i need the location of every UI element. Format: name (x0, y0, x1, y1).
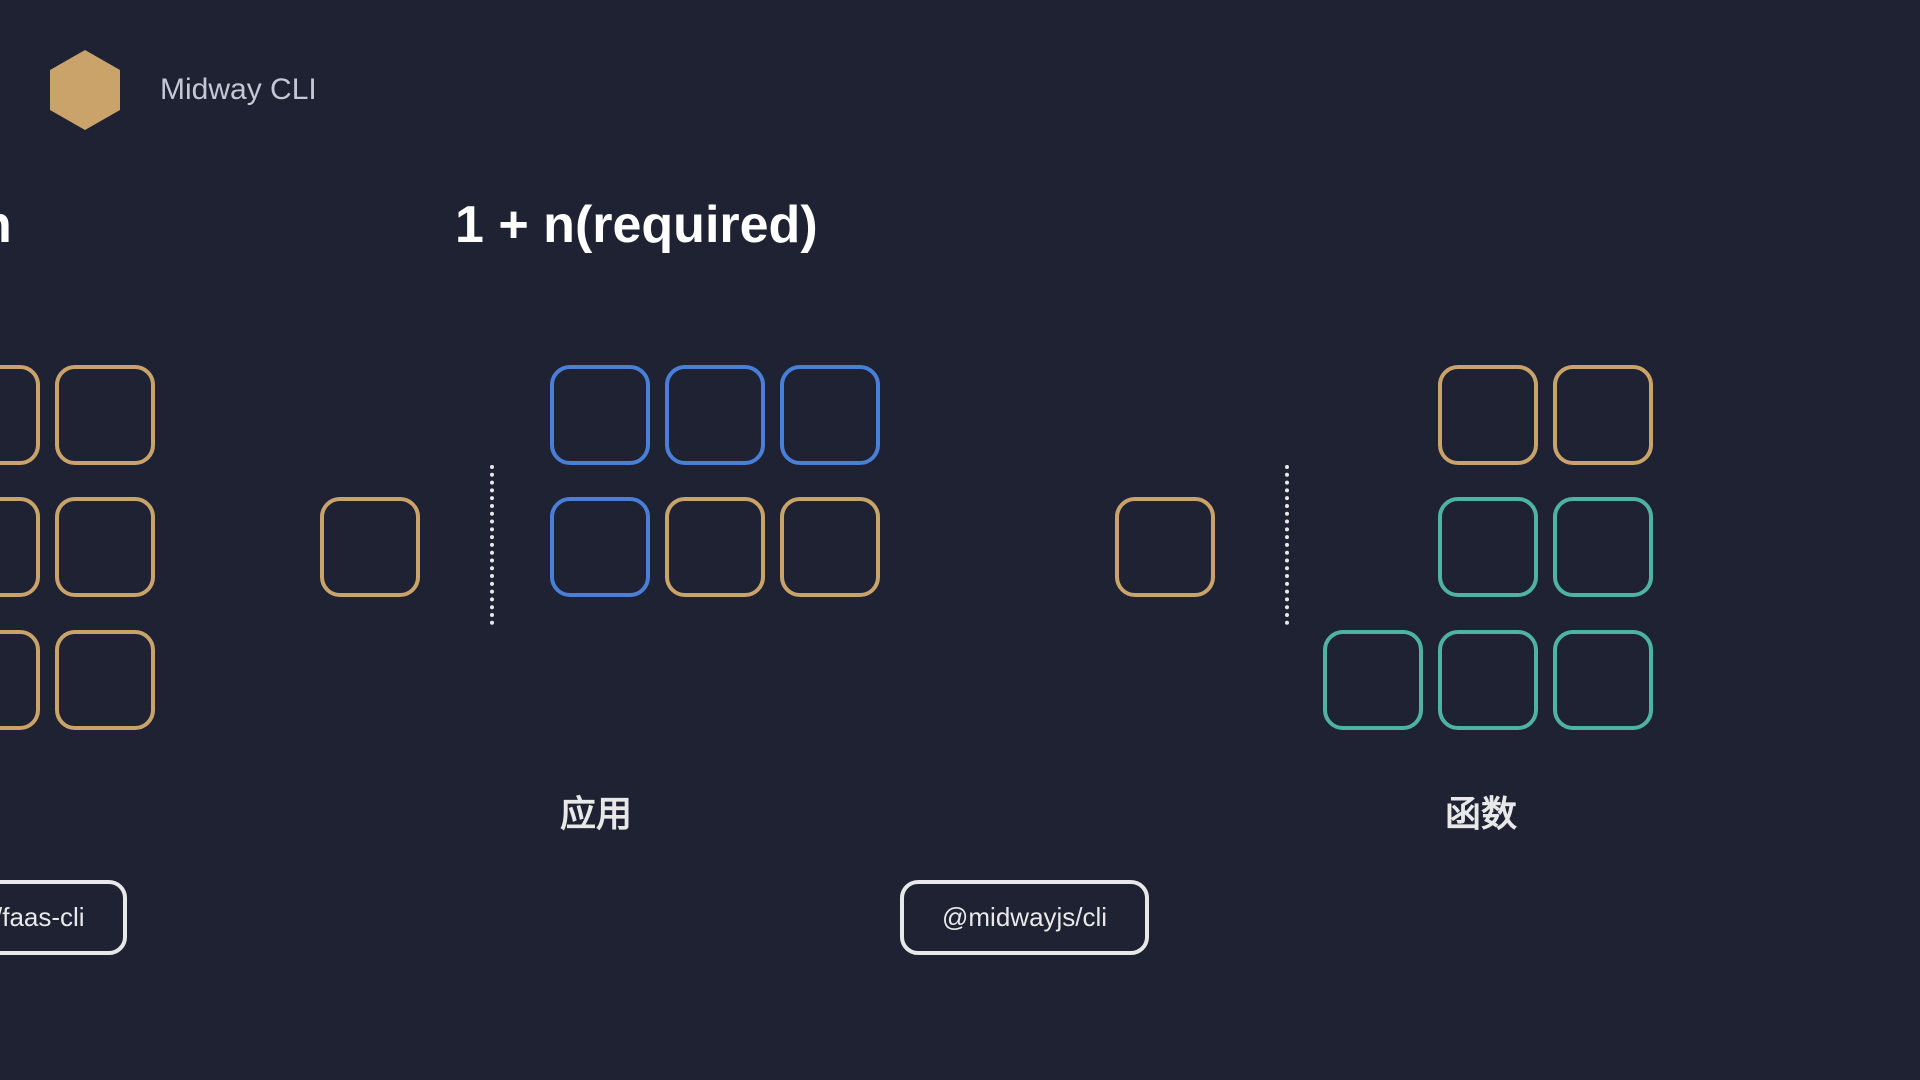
label-app: 应用 (560, 785, 632, 837)
box-app-r2c2 (665, 497, 765, 597)
header: Midway CLI (50, 50, 317, 130)
box-app-r2c3 (780, 497, 880, 597)
logo-hexagon-icon (50, 50, 120, 130)
pill-midway-cli: @midwayjs/cli (900, 880, 1149, 955)
box-func-r3c3 (1553, 630, 1653, 730)
box-func-r1c2 (1438, 365, 1538, 465)
heading-center: 1 + n(required) (455, 195, 818, 255)
label-func: 函数 (1445, 785, 1517, 837)
box-app-r1c3 (780, 365, 880, 465)
box-func-r2c2 (1438, 497, 1538, 597)
box-left-r3c2 (55, 630, 155, 730)
box-app-r1c2 (665, 365, 765, 465)
divider-func (1285, 465, 1289, 625)
heading-left: n (0, 195, 12, 255)
box-func-core (1115, 497, 1215, 597)
box-left-r3c1 (0, 630, 40, 730)
box-left-r1c1 (0, 365, 40, 465)
box-app-r2c1 (550, 497, 650, 597)
box-app-r1c1 (550, 365, 650, 465)
box-func-r3c2 (1438, 630, 1538, 730)
box-left-r2c1 (0, 497, 40, 597)
box-func-r3c1 (1323, 630, 1423, 730)
box-func-r1c3 (1553, 365, 1653, 465)
box-func-r2c3 (1553, 497, 1653, 597)
header-title: Midway CLI (160, 73, 317, 107)
divider-app (490, 465, 494, 625)
box-left-r2c2 (55, 497, 155, 597)
pill-faas-cli: s/faas-cli (0, 880, 127, 955)
box-app-core (320, 497, 420, 597)
box-left-r1c2 (55, 365, 155, 465)
